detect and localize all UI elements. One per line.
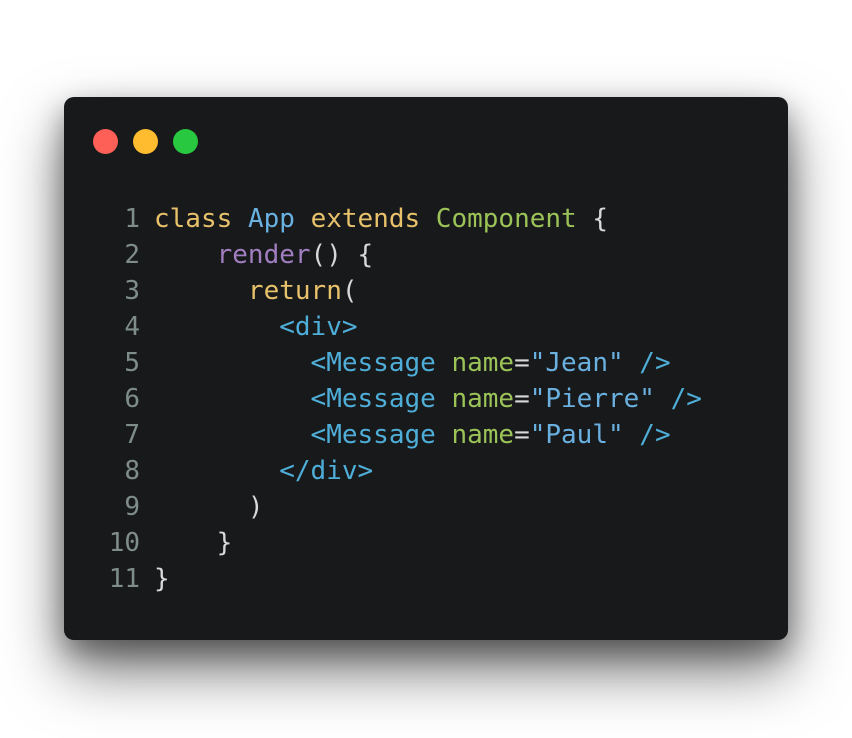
code-token: "Pierre" xyxy=(529,384,655,414)
code-token: App xyxy=(247,204,295,234)
line-source: } xyxy=(154,561,170,597)
line-source: return( xyxy=(154,273,358,309)
line-source: </div> xyxy=(154,453,373,489)
line-number: 6 xyxy=(124,384,140,414)
code-token: name xyxy=(451,420,515,450)
code-token: () { xyxy=(310,240,374,270)
line-source: <div> xyxy=(154,309,358,345)
code-token: { xyxy=(576,204,608,234)
code-token: /> xyxy=(670,384,702,414)
code-token: } xyxy=(154,564,170,594)
code-line: 11} xyxy=(64,561,788,597)
code-line: 5 <Message name="Jean" /> xyxy=(64,345,788,381)
code-token: name xyxy=(451,384,515,414)
code-token: ) xyxy=(154,492,264,522)
code-token: <Message xyxy=(310,348,436,378)
code-line: 7 <Message name="Paul" /> xyxy=(64,417,788,453)
code-token: <Message xyxy=(310,384,436,414)
code-line: 6 <Message name="Pierre" /> xyxy=(64,381,788,417)
code-token: extends xyxy=(310,204,421,234)
minimize-dot-icon[interactable] xyxy=(133,129,158,154)
line-number: 9 xyxy=(124,492,140,522)
code-line: 3 return( xyxy=(64,273,788,309)
line-number: 11 xyxy=(108,564,140,594)
code-token: = xyxy=(514,420,530,450)
line-number: 1 xyxy=(124,204,140,234)
code-token: class xyxy=(154,204,233,234)
code-token: <div> xyxy=(279,312,358,342)
line-source: } xyxy=(154,525,233,561)
line-number: 10 xyxy=(108,528,140,558)
code-token: Component xyxy=(435,204,577,234)
code-token: /> xyxy=(639,420,671,450)
line-number: 3 xyxy=(124,276,140,306)
code-token: ( xyxy=(341,276,358,306)
line-number: 8 xyxy=(124,456,140,486)
line-number: 5 xyxy=(124,348,140,378)
code-token: = xyxy=(514,348,530,378)
line-source: ) xyxy=(154,489,264,525)
line-source: <Message name="Jean" /> xyxy=(154,345,671,381)
code-line: 1 class App extends Component { xyxy=(64,201,788,237)
line-source: <Message name="Pierre" /> xyxy=(154,381,702,417)
code-token: </div> xyxy=(279,456,374,486)
line-number: 4 xyxy=(124,312,140,342)
code-token: render xyxy=(216,240,311,270)
line-source: class App extends Component { xyxy=(154,201,608,237)
code-token: "Paul" xyxy=(529,420,624,450)
close-dot-icon[interactable] xyxy=(93,129,118,154)
code-token: } xyxy=(154,528,233,558)
line-number: 7 xyxy=(124,420,140,450)
code-block: 1 class App extends Component {2 render()… xyxy=(64,201,788,597)
code-window: 1 class App extends Component {2 render()… xyxy=(64,97,788,640)
code-token: "Jean" xyxy=(529,348,624,378)
code-line: 4 <div> xyxy=(64,309,788,345)
code-token: name xyxy=(451,348,515,378)
zoom-dot-icon[interactable] xyxy=(173,129,198,154)
code-line: 2 render() { xyxy=(64,237,788,273)
line-source: <Message name="Paul" /> xyxy=(154,417,671,453)
code-line: 10 } xyxy=(64,525,788,561)
code-line: 8 </div> xyxy=(64,453,788,489)
line-number: 2 xyxy=(124,240,140,270)
line-source: render() { xyxy=(154,237,374,273)
code-token: <Message xyxy=(310,420,436,450)
code-token: = xyxy=(514,384,530,414)
code-token: return xyxy=(247,276,342,306)
code-line: 9 ) xyxy=(64,489,788,525)
code-token: /> xyxy=(639,348,671,378)
